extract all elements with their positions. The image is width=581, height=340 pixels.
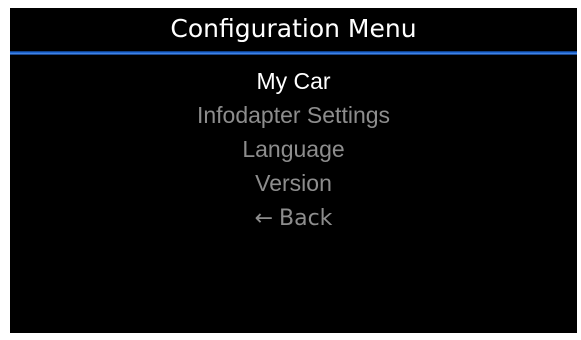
left-arrow-icon: ← [254, 206, 273, 231]
back-label: Back [279, 206, 333, 231]
page-title: Configuration Menu [170, 14, 417, 43]
menu-item-version[interactable]: Version [10, 166, 577, 200]
menu-item-infodapter-settings[interactable]: Infodapter Settings [10, 98, 577, 132]
configuration-menu: My Car Infodapter Settings Language Vers… [10, 64, 577, 234]
title-bar: Configuration Menu [10, 8, 577, 51]
title-divider [10, 51, 577, 55]
menu-item-my-car[interactable]: My Car [10, 64, 577, 98]
device-frame: Configuration Menu My Car Infodapter Set… [0, 0, 581, 340]
menu-item-language[interactable]: Language [10, 132, 577, 166]
display-screen: Configuration Menu My Car Infodapter Set… [10, 8, 577, 333]
back-button[interactable]: ← Back [10, 200, 577, 234]
